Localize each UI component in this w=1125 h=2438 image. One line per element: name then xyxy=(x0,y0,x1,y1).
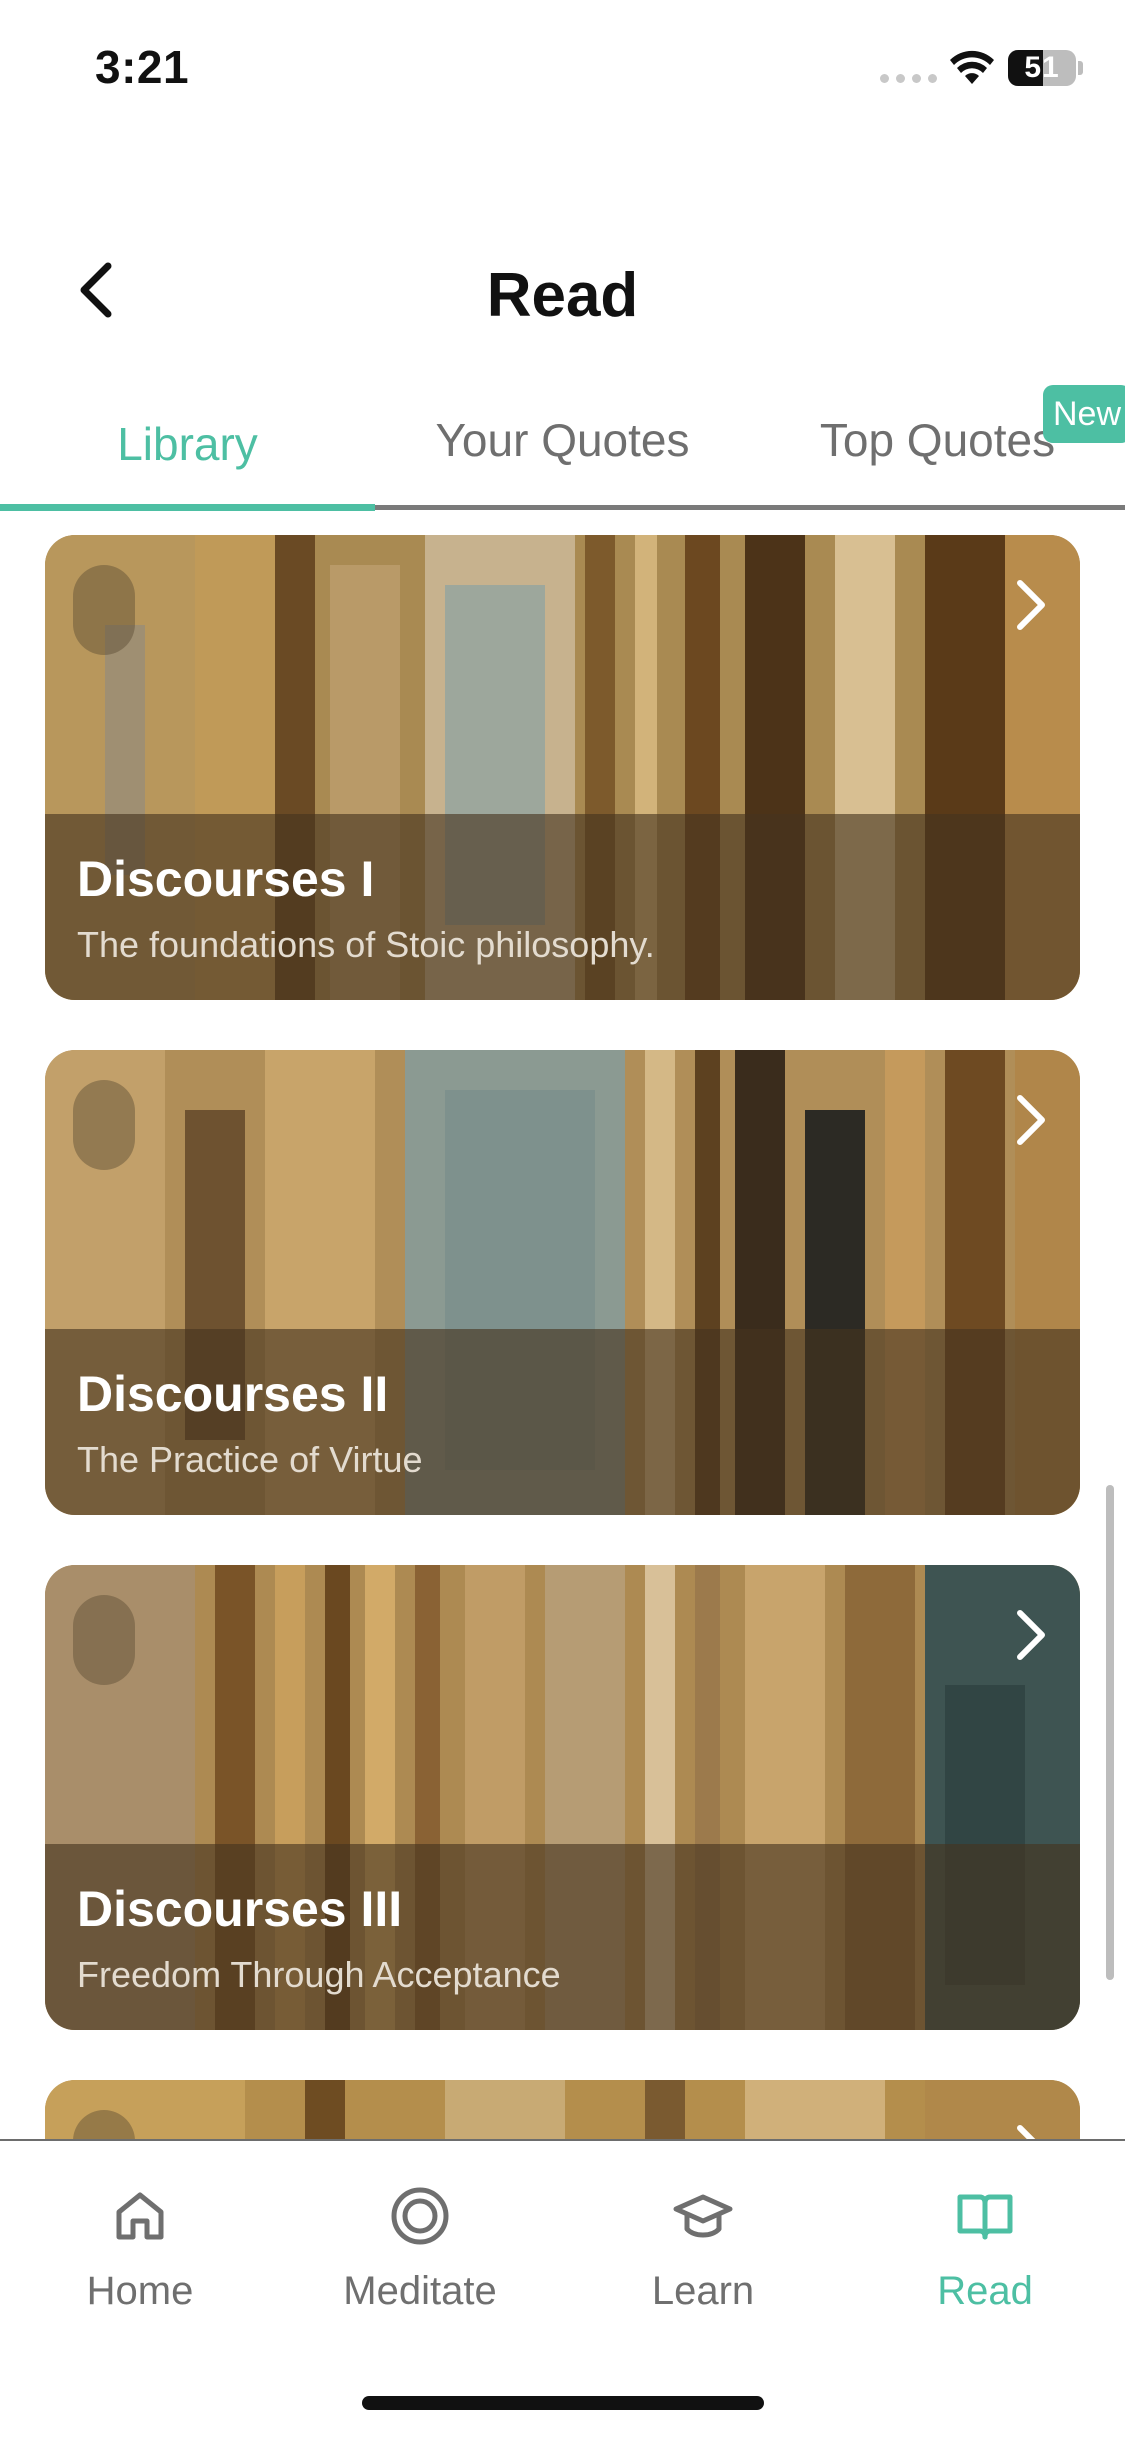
chevron-right-icon xyxy=(1017,1095,1045,1145)
card-title: Discourses II xyxy=(77,1366,389,1422)
nav-label: Learn xyxy=(651,2269,755,2313)
tab-label: Library xyxy=(117,418,258,470)
card-subtitle: Freedom Through Acceptance xyxy=(77,1954,561,1995)
tab-label: Your Quotes xyxy=(435,414,690,466)
chevron-right-icon xyxy=(1017,580,1045,630)
nav-label: Meditate xyxy=(343,2269,497,2313)
library-list: Discourses I The foundations of Stoic ph… xyxy=(0,510,1125,2140)
header: Read xyxy=(0,230,1125,350)
scrollbar[interactable] xyxy=(1106,1485,1114,1980)
tab-bar: Library Your Quotes Top Quotes xyxy=(0,375,1125,511)
status-time: 3:21 xyxy=(95,41,190,93)
meditate-icon xyxy=(391,2187,449,2245)
nav-item-read[interactable]: Read xyxy=(845,2185,1125,2345)
book-open-icon xyxy=(957,2194,1013,2240)
tab-your-quotes[interactable]: Your Quotes xyxy=(375,375,750,507)
home-indicator xyxy=(362,2396,764,2410)
new-badge: New xyxy=(1043,385,1125,443)
card-title: Discourses I xyxy=(77,851,375,907)
nav-item-home[interactable]: Home xyxy=(0,2185,280,2345)
battery-icon: 51 xyxy=(1008,50,1076,86)
chevron-right-icon xyxy=(1017,1610,1045,1660)
nav-label: Home xyxy=(86,2269,194,2313)
card-tag-placeholder xyxy=(73,1080,135,1170)
card-subtitle: The foundations of Stoic philosophy. xyxy=(77,924,655,965)
cellular-signal-icon xyxy=(880,74,937,83)
tab-library[interactable]: Library xyxy=(0,375,375,507)
book-card-discourses-3[interactable]: Discourses III Freedom Through Acceptanc… xyxy=(45,1565,1080,2030)
chevron-right-icon xyxy=(1017,2125,1037,2140)
book-cover-image xyxy=(45,2080,1080,2140)
card-tag-placeholder xyxy=(73,565,135,655)
graduation-cap-icon xyxy=(673,2194,733,2238)
book-card-discourses-1[interactable]: Discourses I The foundations of Stoic ph… xyxy=(45,535,1080,1000)
nav-item-meditate[interactable]: Meditate xyxy=(280,2185,560,2345)
nav-label: Read xyxy=(937,2269,1033,2313)
card-title: Discourses III xyxy=(77,1881,403,1937)
book-card-partial[interactable] xyxy=(45,2080,1080,2140)
home-icon xyxy=(116,2192,164,2240)
page-title: Read xyxy=(486,261,639,330)
battery-percent: 51 xyxy=(1024,51,1060,84)
status-bar: 3:21 51 xyxy=(0,0,1125,140)
card-tag-placeholder xyxy=(73,1595,135,1685)
bottom-nav: Home Meditate Learn Read xyxy=(0,2139,1125,2438)
nav-item-learn[interactable]: Learn xyxy=(563,2185,843,2345)
wifi-icon xyxy=(950,50,994,84)
battery-cap xyxy=(1078,61,1083,75)
book-card-discourses-2[interactable]: Discourses II The Practice of Virtue xyxy=(45,1050,1080,1515)
card-subtitle: The Practice of Virtue xyxy=(77,1439,423,1480)
